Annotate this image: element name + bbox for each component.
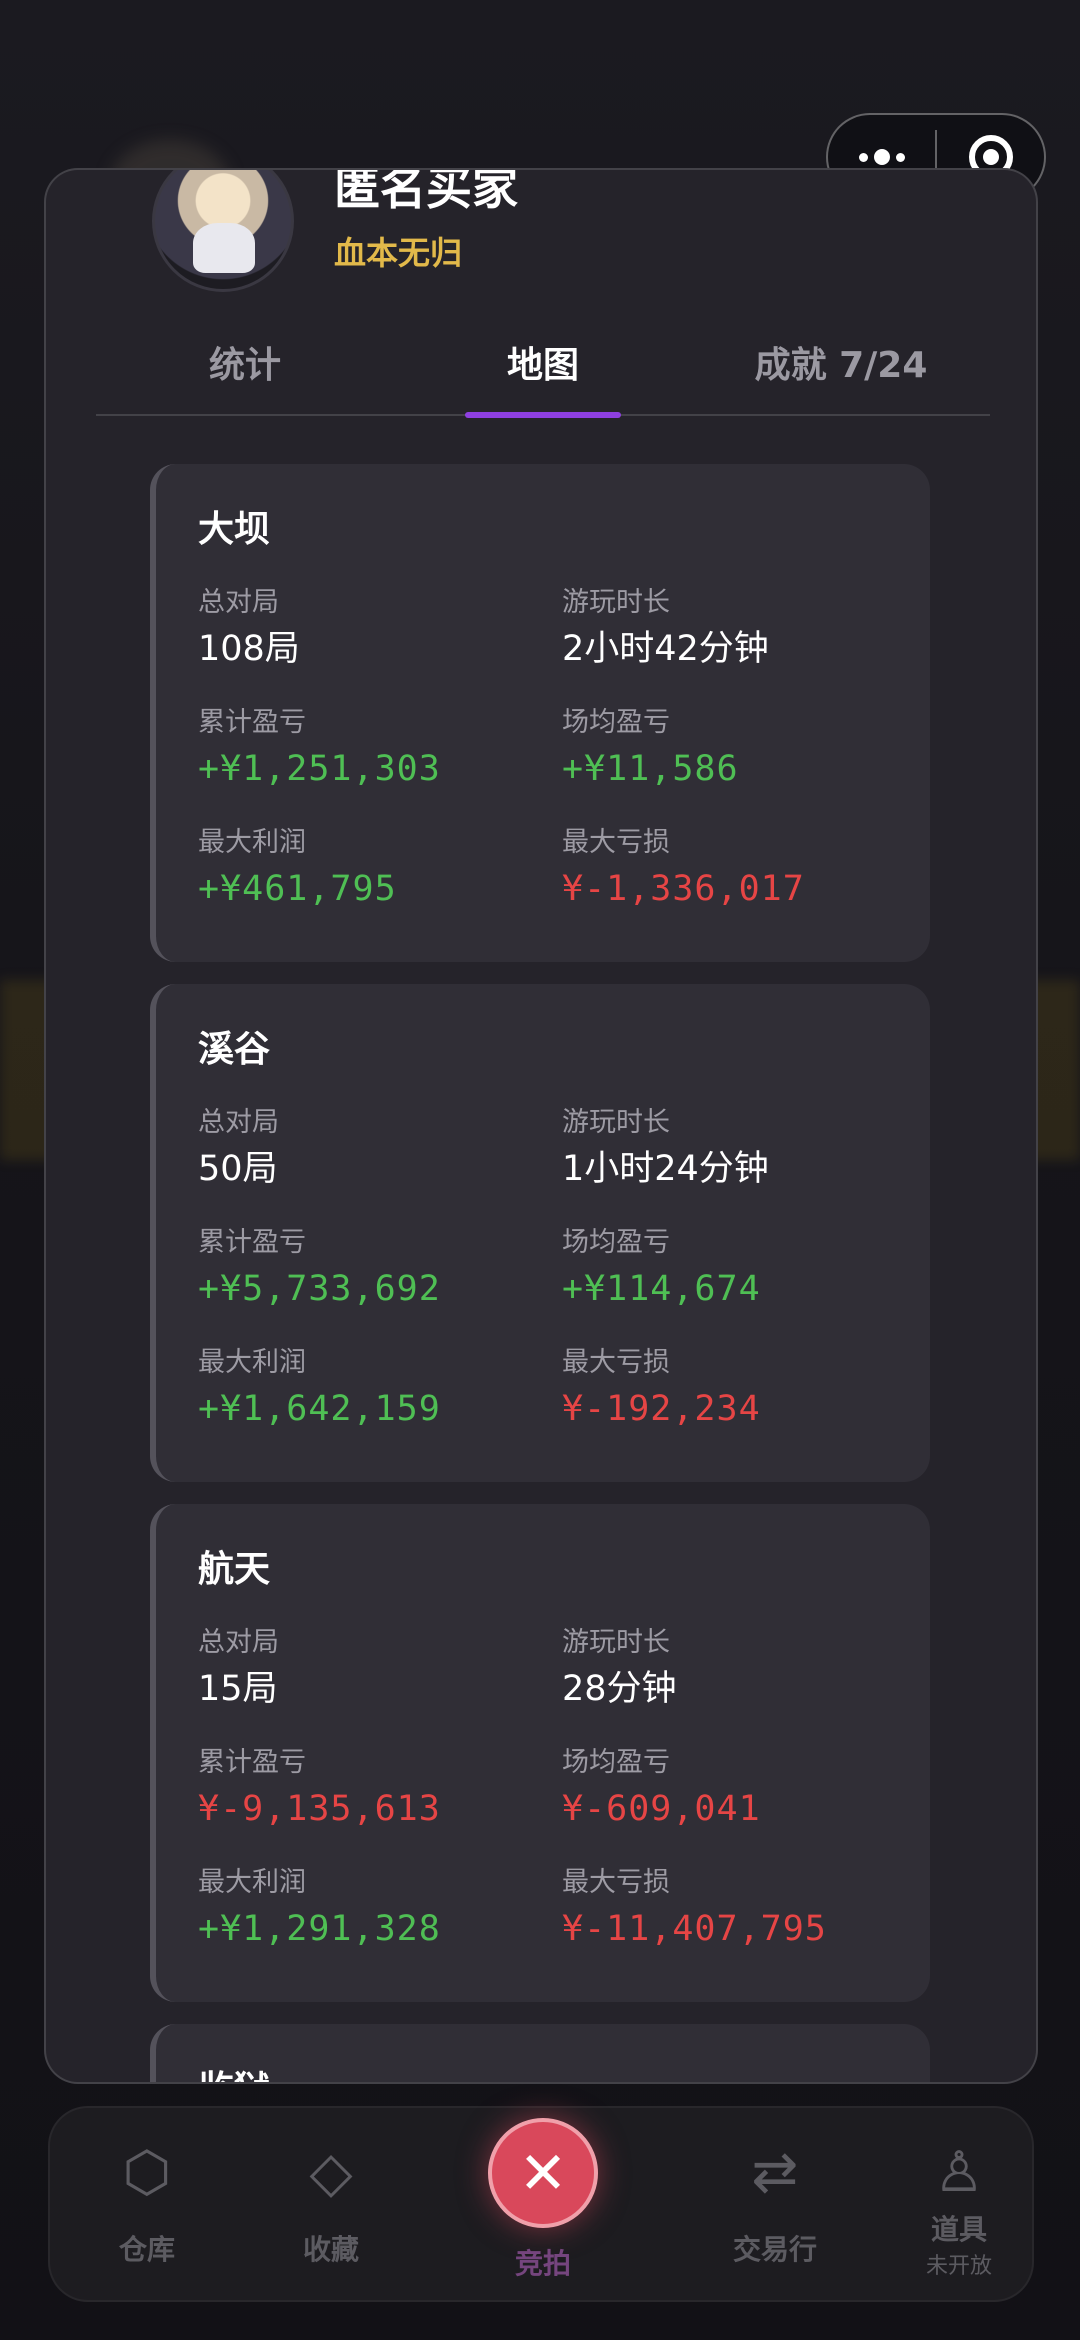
profile-header: 匿名买家 血本无归 [46,170,1036,350]
avg-pnl-value: +¥11,586 [562,749,739,789]
play-time-value: 2小时42分钟 [562,629,769,669]
tab-bar: 统计 地图 成就 7/24 [96,330,990,416]
play-time-value: 28分钟 [562,1669,677,1709]
map-list: 大坝 总对局 108局 游玩时长 2小时42分钟 累计盈亏 +¥1,251,303 场… [150,464,930,2082]
nav-items-sublabel: 未开放 [925,2254,992,2279]
total-games-value: 50局 [198,1149,278,1189]
nav-exchange[interactable]: ⇄ 交易行 [700,2138,850,2268]
bottom-nav: ⬡ 仓库 ◇ 收藏 ✕ 竞拍 ⇄ 交易行 ♙ 道具 未开放 [48,2106,1034,2302]
total-games-label: 总对局 [198,1107,279,1138]
play-time-value: 1小时24分钟 [562,1149,769,1189]
more-dots-icon [858,149,905,165]
total-pnl-value: +¥5,733,692 [198,1269,441,1309]
map-name: 溪谷 [198,1029,271,1070]
map-card: 航天 总对局 15局 游玩时长 28分钟 累计盈亏 ¥-9,135,613 场均盈亏 ¥… [150,1504,930,2002]
total-games-value: 108局 [198,629,300,669]
diamond-icon: ◇ [309,2140,353,2205]
nav-items[interactable]: ♙ 道具 未开放 [884,2138,1034,2280]
map-name: 大坝 [198,509,271,550]
map-name: 监狱 [198,2060,930,2082]
total-pnl-value: +¥1,251,303 [198,749,441,789]
play-time-label: 游玩时长 [562,1627,670,1658]
map-name: 航天 [198,1549,271,1590]
close-icon: ✕ [518,2139,568,2207]
box-icon: ⬡ [122,2140,172,2205]
nav-items-label: 道具 [930,2213,987,2246]
nav-auction-label: 竞拍 [514,2247,571,2280]
max-profit-value: +¥461,795 [198,869,397,909]
total-pnl-label: 累计盈亏 [198,707,306,738]
username: 匿名买家 [334,168,518,215]
person-icon: ♙ [933,2140,985,2205]
nav-exchange-label: 交易行 [732,2233,817,2266]
nav-collection-label: 收藏 [302,2233,359,2266]
max-loss-label: 最大亏损 [562,1347,670,1378]
total-games-value: 15局 [198,1669,278,1709]
avg-pnl-label: 场均盈亏 [562,1227,670,1258]
max-profit-value: +¥1,291,328 [198,1909,441,1949]
tab-maps[interactable]: 地图 [394,330,692,414]
user-title: 血本无归 [334,234,463,272]
avg-pnl-value: +¥114,674 [562,1269,761,1309]
max-loss-value: ¥-11,407,795 [562,1909,827,1949]
map-card: 监狱 [150,2024,930,2082]
nav-collection[interactable]: ◇ 收藏 [256,2138,406,2268]
total-pnl-label: 累计盈亏 [198,1747,306,1778]
total-pnl-label: 累计盈亏 [198,1227,306,1258]
tab-stats[interactable]: 统计 [96,330,394,414]
avg-pnl-label: 场均盈亏 [562,1747,670,1778]
max-loss-value: ¥-1,336,017 [562,869,805,909]
max-profit-value: +¥1,642,159 [198,1389,441,1429]
nav-warehouse[interactable]: ⬡ 仓库 [72,2138,222,2268]
max-profit-label: 最大利润 [198,1347,306,1378]
nav-warehouse-label: 仓库 [118,2233,175,2266]
exchange-icon: ⇄ [751,2140,799,2205]
play-time-label: 游玩时长 [562,1107,670,1138]
max-loss-label: 最大亏损 [562,827,670,858]
total-pnl-value: ¥-9,135,613 [198,1789,441,1829]
map-card: 溪谷 总对局 50局 游玩时长 1小时24分钟 累计盈亏 +¥5,733,692 场均… [150,984,930,1482]
max-loss-label: 最大亏损 [562,1867,670,1898]
max-loss-value: ¥-192,234 [562,1389,761,1429]
avatar [152,170,294,292]
auction-button[interactable]: ✕ [488,2118,598,2228]
avg-pnl-label: 场均盈亏 [562,707,670,738]
max-profit-label: 最大利润 [198,1867,306,1898]
avg-pnl-value: ¥-609,041 [562,1789,761,1829]
tab-achievements[interactable]: 成就 7/24 [692,330,990,414]
play-time-label: 游玩时长 [562,587,670,618]
total-games-label: 总对局 [198,1627,279,1658]
total-games-label: 总对局 [198,587,279,618]
max-profit-label: 最大利润 [198,827,306,858]
map-card: 大坝 总对局 108局 游玩时长 2小时42分钟 累计盈亏 +¥1,251,303 场… [150,464,930,962]
profile-modal: 匿名买家 血本无归 统计 地图 成就 7/24 大坝 总对局 108局 游玩时长 2… [44,168,1038,2084]
